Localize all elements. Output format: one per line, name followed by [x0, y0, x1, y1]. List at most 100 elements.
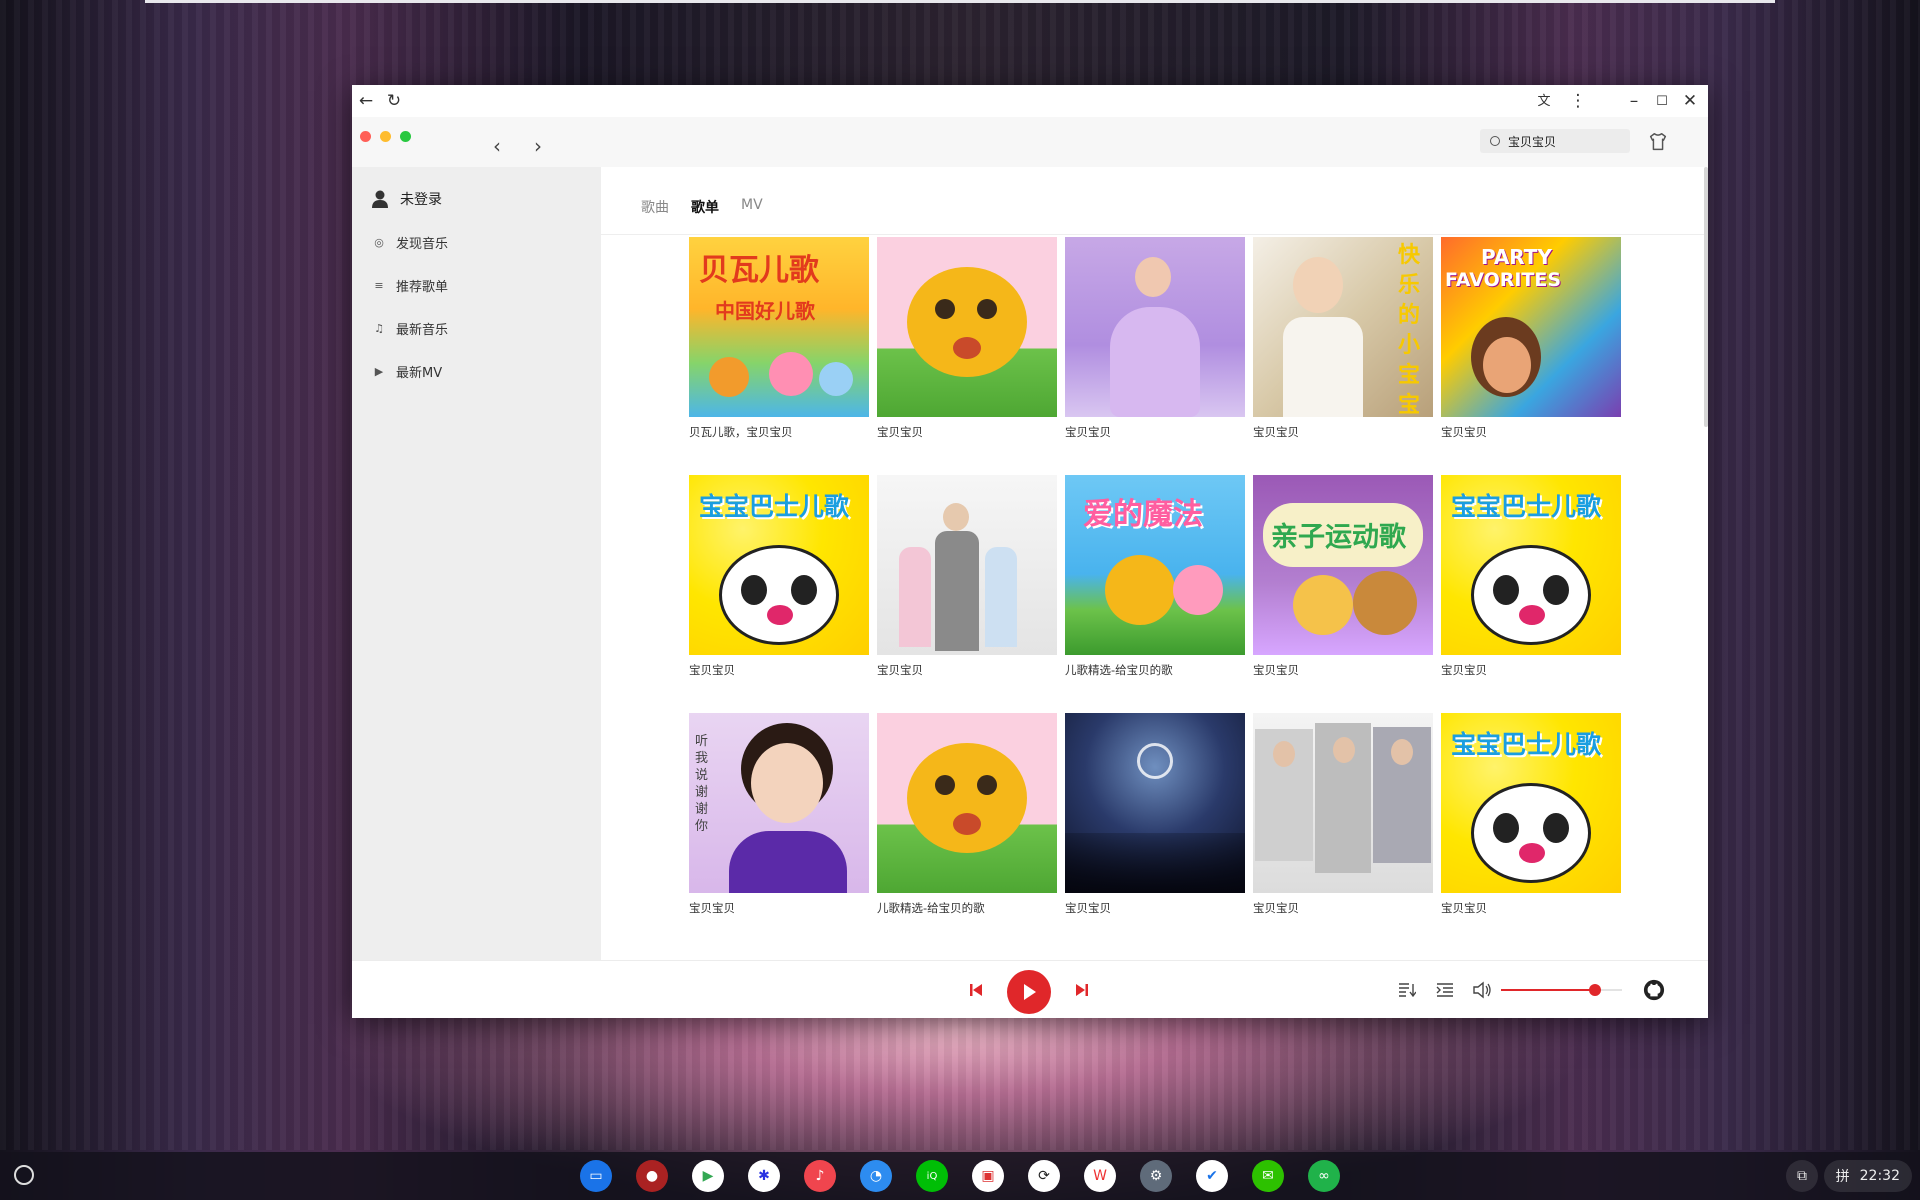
playlist-cover[interactable]: 宝宝巴士儿歌	[1441, 475, 1621, 655]
sidebar-item-new-music[interactable]: ♫ 最新音乐	[372, 317, 448, 339]
playlist-card[interactable]: 宝贝宝贝	[1065, 713, 1245, 916]
cover-text: 爱的魔法	[1083, 497, 1203, 532]
panda-head-shape	[1471, 545, 1591, 645]
minimize-icon[interactable]: –	[1622, 89, 1646, 113]
player-bar	[352, 960, 1708, 1018]
cover-text: 宝宝巴士儿歌	[699, 492, 850, 521]
playlist-cover[interactable]: 宝宝巴士儿歌	[689, 475, 869, 655]
sort-list-button[interactable]	[1396, 980, 1418, 1000]
remote-app-icon[interactable]: ∞	[1308, 1160, 1340, 1192]
playlist-cover[interactable]	[1065, 237, 1245, 417]
playlist-card[interactable]: PARTY FAVORITES 宝贝宝贝	[1441, 237, 1621, 440]
clock: 22:32	[1859, 1168, 1900, 1184]
playlist-card[interactable]: 宝贝宝贝	[877, 237, 1057, 440]
cover-text: PARTY	[1481, 245, 1552, 269]
playlist-cover[interactable]: 贝瓦儿歌 中国好儿歌	[689, 237, 869, 417]
sidebar-item-discover[interactable]: ◎ 发现音乐	[372, 231, 448, 253]
previous-track-button[interactable]	[966, 980, 986, 1000]
sidebar-item-recommend[interactable]: ≡ 推荐歌单	[372, 274, 448, 296]
shirt-shape	[729, 831, 847, 893]
traffic-minimize-dot[interactable]	[380, 131, 391, 142]
skin-shirt-icon[interactable]	[1647, 131, 1669, 153]
playlist-card[interactable]: 宝贝宝贝	[1253, 713, 1433, 916]
status-tray[interactable]: 拼 22:32	[1823, 1160, 1912, 1192]
netease-logo-icon	[1137, 743, 1173, 779]
volume-button[interactable]	[1470, 979, 1494, 1001]
sidebar: 未登录 ◎ 发现音乐 ≡ 推荐歌单 ♫ 最新音乐 ▶ 最新MV	[352, 167, 601, 960]
user-login[interactable]: 未登录	[370, 187, 442, 211]
playlist-card[interactable]: 宝宝巴士儿歌 宝贝宝贝	[689, 475, 869, 678]
playlist-card[interactable]: 爱的魔法 儿歌精选-给宝贝的歌	[1065, 475, 1245, 678]
tab-mv[interactable]: MV	[741, 197, 763, 217]
iqiyi-app-icon[interactable]: iQ	[916, 1160, 948, 1192]
volume-knob[interactable]	[1589, 984, 1602, 996]
play-button[interactable]	[1007, 970, 1051, 1014]
playlist-title: 宝贝宝贝	[689, 901, 735, 915]
tasks-app-icon[interactable]: ✔	[1196, 1160, 1228, 1192]
playlist-cover[interactable]: 宝宝巴士儿歌	[1441, 713, 1621, 893]
playlist-card[interactable]: 宝贝宝贝	[877, 475, 1057, 678]
chevron-left-icon[interactable]: ‹	[486, 134, 508, 158]
search-input[interactable]	[1508, 134, 1618, 148]
playlist-cover[interactable]: 亲子运动歌	[1253, 475, 1433, 655]
playlist-cover[interactable]	[1253, 713, 1433, 893]
next-track-button[interactable]	[1072, 980, 1092, 1000]
shopping-bag-app-icon[interactable]: ▣	[972, 1160, 1004, 1192]
sidebar-item-label: 推荐歌单	[396, 279, 449, 295]
traffic-zoom-dot[interactable]	[400, 131, 411, 142]
baidu-app-icon[interactable]: ✱	[748, 1160, 780, 1192]
os-shelf: ▭ ● ▶ ✱ ♪ ◔ iQ ▣ ⟳ W ⚙ ✔ ✉ ∞ ⧉ 拼 22:32	[0, 1152, 1920, 1200]
cover-text: 快乐的小宝宝	[1398, 243, 1421, 417]
playlist-card[interactable]: 快乐的小宝宝 宝贝宝贝	[1253, 237, 1433, 440]
playlist-cover[interactable]	[877, 713, 1057, 893]
screen-capture-icon[interactable]: ⧉	[1786, 1160, 1818, 1192]
playlist-cover[interactable]: 快乐的小宝宝	[1253, 237, 1433, 417]
reload-icon[interactable]: ↻	[382, 89, 406, 113]
launcher-icon[interactable]	[14, 1165, 34, 1185]
traffic-close-dot[interactable]	[360, 131, 371, 142]
github-button[interactable]	[1642, 978, 1666, 1002]
music-app-icon[interactable]: ♪	[804, 1160, 836, 1192]
play-store-app-icon[interactable]: ▶	[692, 1160, 724, 1192]
playlist-cover[interactable]	[1065, 713, 1245, 893]
tab-songs[interactable]: 歌曲	[641, 197, 669, 217]
mouth-shape	[767, 605, 793, 625]
chrome-app-icon[interactable]: ●	[636, 1160, 668, 1192]
browser-app-icon[interactable]: ◔	[860, 1160, 892, 1192]
playlist-card[interactable]: 儿歌精选-给宝贝的歌	[877, 713, 1057, 916]
playlist-card[interactable]: 贝瓦儿歌 中国好儿歌 贝瓦儿歌，宝贝宝贝	[689, 237, 869, 440]
tab-playlists[interactable]: 歌单	[691, 197, 719, 217]
search-box[interactable]	[1480, 129, 1630, 153]
chevron-right-icon[interactable]: ›	[527, 134, 549, 158]
face-shape	[1273, 741, 1295, 767]
playlist-cover[interactable]	[877, 475, 1057, 655]
back-arrow-icon[interactable]: ←	[354, 89, 378, 113]
eye-patch-shape	[1493, 813, 1519, 843]
playlist-queue-button[interactable]	[1434, 980, 1456, 1000]
play-icon	[1024, 984, 1036, 1000]
close-icon[interactable]: ✕	[1678, 89, 1702, 113]
more-vert-icon[interactable]: ⋮	[1566, 89, 1590, 113]
app-store-icon[interactable]: ⟳	[1028, 1160, 1060, 1192]
playlist-card[interactable]: 宝宝巴士儿歌 宝贝宝贝	[1441, 713, 1621, 916]
beaver-head-shape	[907, 267, 1027, 377]
settings-app-icon[interactable]: ⚙	[1140, 1160, 1172, 1192]
playlist-cover[interactable]	[877, 237, 1057, 417]
maximize-icon[interactable]: ☐	[1650, 89, 1674, 113]
wechat-app-icon[interactable]: ✉	[1252, 1160, 1284, 1192]
volume-slider[interactable]	[1501, 984, 1622, 996]
translate-icon[interactable]: 文	[1532, 89, 1556, 113]
playlist-card[interactable]: 亲子运动歌 宝贝宝贝	[1253, 475, 1433, 678]
sidebar-item-new-mv[interactable]: ▶ 最新MV	[372, 360, 442, 382]
wps-app-icon[interactable]: W	[1084, 1160, 1116, 1192]
playlist-cover[interactable]: PARTY FAVORITES	[1441, 237, 1621, 417]
eye-shape	[977, 775, 997, 795]
playlist-card[interactable]: 听我说谢谢你 宝贝宝贝	[689, 713, 869, 916]
playlist-cover[interactable]: 听我说谢谢你	[689, 713, 869, 893]
playlist-title: 宝贝宝贝	[877, 663, 923, 677]
playlist-card[interactable]: 宝宝巴士儿歌 宝贝宝贝	[1441, 475, 1621, 678]
playlist-card[interactable]: 宝贝宝贝	[1065, 237, 1245, 440]
playlist-cover[interactable]: 爱的魔法	[1065, 475, 1245, 655]
scrollbar-thumb[interactable]	[1704, 167, 1708, 427]
files-app-icon[interactable]: ▭	[580, 1160, 612, 1192]
